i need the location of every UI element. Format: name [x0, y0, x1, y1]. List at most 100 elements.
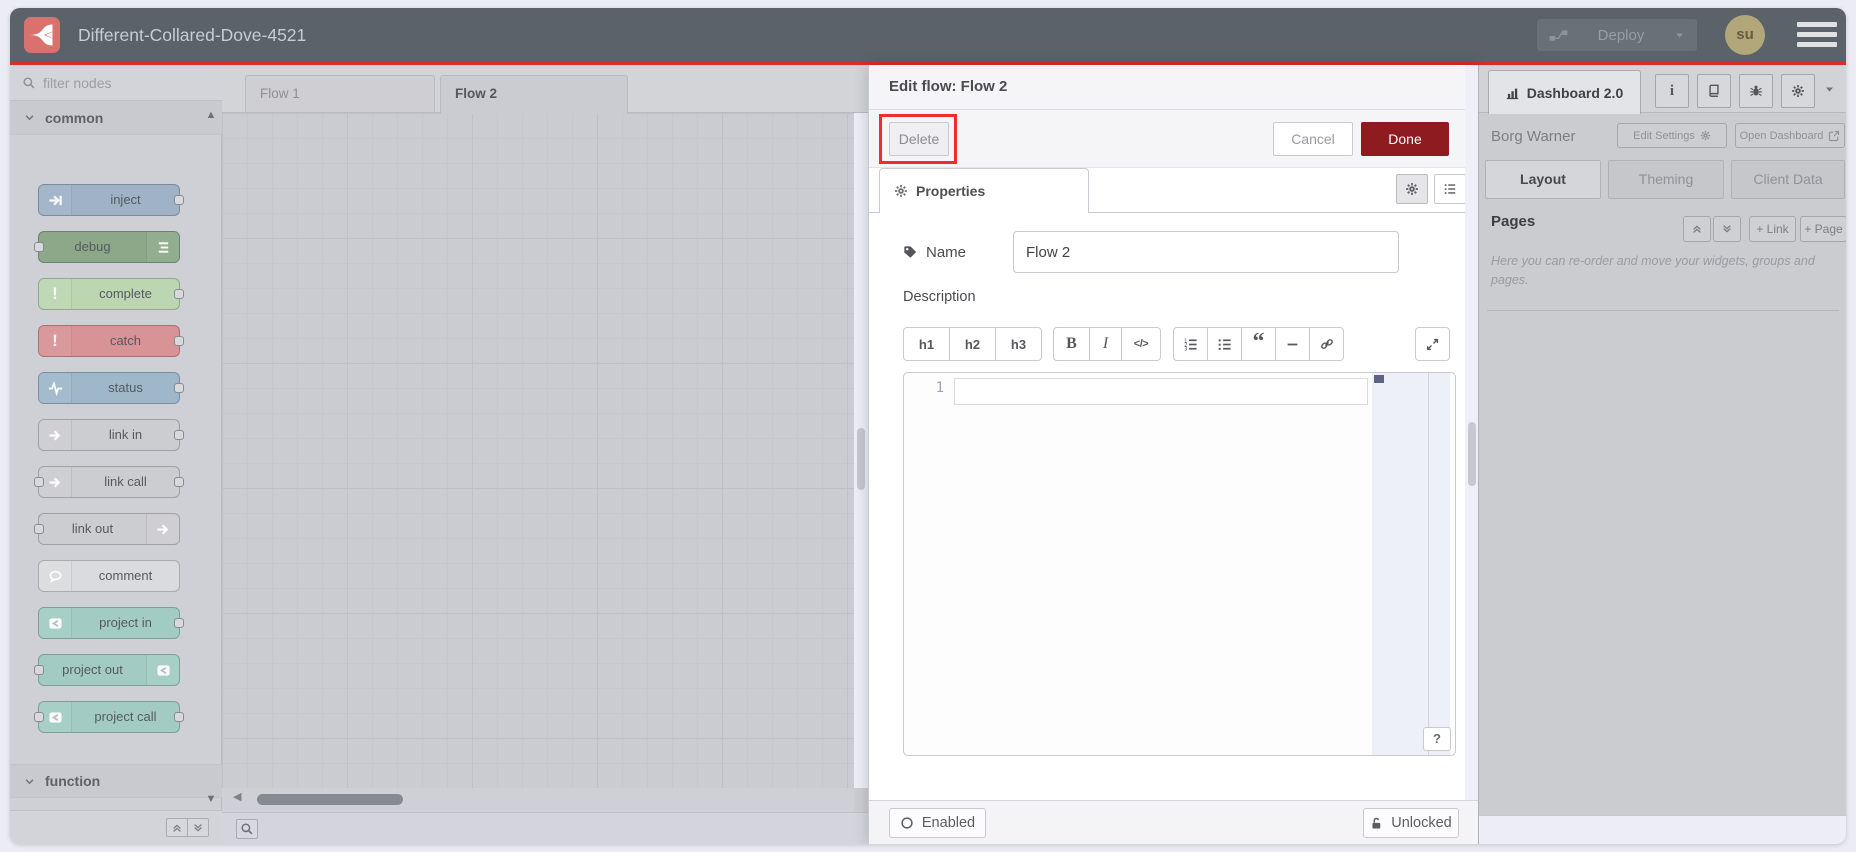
tab-properties[interactable]: Properties	[879, 168, 1089, 213]
tray-scroll-thumb[interactable]	[1468, 422, 1476, 486]
edit-settings-label: Edit Settings	[1633, 129, 1695, 142]
add-page-button[interactable]: + Page	[1800, 216, 1846, 242]
editor-scroll-area[interactable]	[1372, 373, 1450, 755]
code-button[interactable]: </>	[1121, 327, 1161, 361]
palette-node-status[interactable]: status	[38, 372, 184, 404]
main-menu-button[interactable]	[1797, 22, 1837, 49]
flow-name-input[interactable]	[1013, 231, 1399, 273]
heading-h3-button[interactable]: h3	[995, 327, 1042, 361]
markdown-toolbar: h1 h2 h3 B I </> 1 2 3 “	[869, 327, 1479, 361]
move-up-button[interactable]	[1683, 216, 1711, 242]
heading-h2-button[interactable]: h2	[949, 327, 996, 361]
edit-settings-button[interactable]: Edit Settings	[1617, 123, 1727, 148]
enabled-label: Enabled	[921, 815, 976, 831]
screenshot-root: Different-Collared-Dove-4521 Deploy su f…	[0, 0, 1856, 852]
tray-scrollbar[interactable]	[1465, 65, 1479, 800]
palette-node-project-out[interactable]: project out	[34, 654, 180, 686]
node-palette: filter nodes common inject debug ! complete…	[10, 65, 222, 844]
palette-node-label: link in	[108, 427, 143, 442]
config-tab-button[interactable]	[1781, 74, 1815, 108]
delete-button[interactable]: Delete	[889, 122, 949, 156]
sidebar-tab-client-data[interactable]: Client Data	[1731, 160, 1845, 199]
editor-active-line	[954, 378, 1368, 405]
divider	[1487, 310, 1839, 311]
ordered-list-button[interactable]: 123	[1173, 327, 1208, 361]
expand-all-categories-button[interactable]	[187, 818, 209, 837]
palette-filter-placeholder: filter nodes	[43, 74, 112, 91]
italic-button[interactable]: I	[1089, 327, 1122, 361]
palette-scroll-down[interactable]: ▼	[203, 792, 219, 806]
palette-node-complete[interactable]: ! complete	[38, 278, 184, 310]
svg-text:3: 3	[1184, 346, 1187, 351]
tray-footer: Enabled Unlocked	[869, 800, 1479, 844]
done-button[interactable]: Done	[1361, 122, 1449, 156]
tab-dashboard-2[interactable]: Dashboard 2.0	[1488, 70, 1641, 114]
palette-node-comment[interactable]: comment	[38, 560, 180, 592]
gear-icon	[1700, 130, 1711, 141]
sidebar-tab-theming[interactable]: Theming	[1608, 160, 1724, 199]
sidebar-footer	[1479, 815, 1846, 844]
editor-scroll-thumb[interactable]	[1374, 375, 1384, 383]
scroll-left-icon[interactable]: ◀	[233, 792, 241, 803]
flow-tab-1[interactable]: Flow 1	[245, 75, 435, 113]
palette-node-project-in[interactable]: project in	[38, 607, 184, 639]
hyperlink-button[interactable]	[1309, 327, 1344, 361]
tray-form: Name Description h1h2h3 B I </> 123 “	[869, 213, 1479, 800]
palette-node-catch[interactable]: ! catch	[38, 325, 184, 357]
heading-h1-button[interactable]: h1	[903, 327, 950, 361]
dashboard-project-name: Borg Warner	[1491, 128, 1576, 145]
sidebar-tab-layout[interactable]: Layout	[1485, 160, 1601, 199]
blockquote-button[interactable]: “	[1241, 327, 1276, 361]
palette-category-label: function	[45, 773, 101, 789]
palette-category-label: common	[45, 109, 104, 126]
flow-canvas[interactable]	[222, 113, 854, 788]
palette-scroll-up[interactable]: ▲	[203, 108, 219, 122]
cancel-button[interactable]: Cancel	[1273, 122, 1353, 156]
palette-node-link-call[interactable]: link call	[34, 466, 184, 498]
flow-lock-toggle[interactable]: Unlocked	[1363, 808, 1459, 838]
help-tab-button[interactable]	[1697, 74, 1731, 108]
palette-category-common[interactable]: common	[10, 101, 222, 135]
add-link-button[interactable]: + Link	[1749, 216, 1796, 242]
env-vars-button[interactable]	[1434, 174, 1466, 204]
flow-enabled-toggle[interactable]: Enabled	[889, 808, 986, 838]
node-output-port	[174, 383, 184, 393]
palette-node-inject[interactable]: inject	[38, 184, 184, 216]
user-avatar[interactable]: su	[1725, 15, 1765, 55]
palette-node-project-call[interactable]: project call	[34, 701, 184, 733]
node-input-port	[34, 665, 44, 675]
edit-properties-button[interactable]	[1396, 174, 1428, 204]
palette-node-label: inject	[110, 192, 141, 207]
horizontal-rule-button[interactable]	[1275, 327, 1310, 361]
canvas-horizontal-scrollbar[interactable]: ◀	[222, 788, 854, 812]
move-down-button[interactable]	[1713, 216, 1741, 242]
canvas-vertical-scrollbar[interactable]	[854, 113, 868, 788]
node-output-port	[174, 477, 184, 487]
canvas-vscroll-thumb[interactable]	[857, 428, 865, 490]
palette-node-link-in[interactable]: link in	[38, 419, 184, 451]
flow-tab-2[interactable]: Flow 2	[440, 75, 628, 114]
editor-help-button[interactable]: ?	[1423, 727, 1451, 751]
canvas-hscroll-thumb[interactable]	[257, 794, 403, 805]
deploy-options-caret-icon[interactable]	[1674, 30, 1685, 41]
canvas-search-button[interactable]	[236, 819, 258, 839]
deploy-button[interactable]: Deploy	[1537, 19, 1697, 51]
info-tab-button[interactable]: i	[1655, 74, 1689, 108]
flow-workspace: Flow 1 Flow 2 ◀	[222, 65, 868, 844]
collapse-all-categories-button[interactable]	[166, 818, 188, 837]
expand-editor-button[interactable]	[1415, 327, 1450, 361]
debug-tab-button[interactable]	[1739, 74, 1773, 108]
description-editor[interactable]: 1 ?	[903, 372, 1456, 756]
unordered-list-button[interactable]	[1207, 327, 1242, 361]
palette-node-link-out[interactable]: link out	[34, 513, 180, 545]
search-icon	[22, 76, 36, 90]
palette-filter-input[interactable]: filter nodes	[10, 65, 222, 101]
sidebar-tabs-caret-icon[interactable]	[1824, 84, 1835, 95]
bold-button[interactable]: B	[1053, 327, 1090, 361]
node-red-logo-icon	[146, 655, 179, 685]
open-dashboard-button[interactable]: Open Dashboard	[1735, 123, 1845, 148]
palette-node-debug[interactable]: debug	[34, 231, 180, 263]
sidebar-toolbar: Dashboard 2.0 i	[1479, 65, 1846, 114]
node-output-port	[174, 618, 184, 628]
palette-category-function[interactable]: function	[10, 764, 222, 798]
